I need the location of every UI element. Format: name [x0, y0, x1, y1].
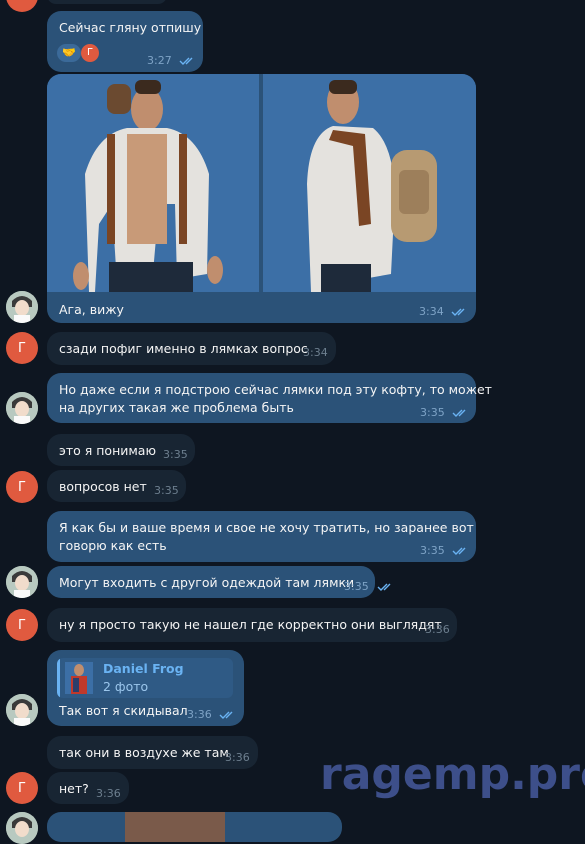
photo-side[interactable] [263, 74, 476, 292]
message-text-line1: Я как бы и ваше время и свое не хочу тра… [59, 520, 474, 535]
message-time: 3:34 [303, 346, 328, 359]
message-text: Так вот я скидывал [59, 703, 188, 718]
message-bubble[interactable]: сзади пофиг именно в лямках вопрос 3:34 [47, 332, 336, 365]
message-time: 3:27 [147, 54, 172, 67]
photo-message-cutoff[interactable] [47, 812, 342, 842]
read-checkmarks-icon [451, 308, 465, 316]
photo-preview[interactable] [125, 812, 225, 842]
avatar[interactable] [6, 0, 38, 12]
message-bubble[interactable]: ну я просто такую не нашел где корректно… [47, 608, 457, 642]
message-bubble[interactable]: Я как бы и ваше время и свое не хочу тра… [47, 511, 476, 562]
read-checkmarks-icon [452, 409, 466, 417]
message-time: 3:36 [425, 623, 450, 636]
read-checkmarks-icon [219, 711, 233, 719]
user-avatar-photo[interactable] [6, 392, 38, 424]
message-text: сзади пофиг именно в лямках вопрос [59, 341, 308, 356]
message-bubble[interactable]: Но даже если я подстрою сейчас лямки под… [47, 373, 492, 423]
message-text: ну я просто такую не нашел где корректно… [59, 617, 442, 632]
reaction-avatar[interactable]: Г [81, 44, 99, 62]
read-checkmarks-icon [377, 583, 391, 591]
message-time: 3:35 [420, 544, 445, 557]
reply-author: Daniel Frog [103, 661, 184, 676]
user-avatar-photo[interactable] [6, 566, 38, 598]
avatar-letter[interactable]: Г [6, 609, 38, 641]
message-text: нет? [59, 781, 89, 796]
user-avatar-photo[interactable] [6, 291, 38, 323]
message-time: 3:35 [154, 484, 179, 497]
user-avatar-photo[interactable] [6, 812, 38, 844]
message-text: так они в воздухе же там [59, 745, 229, 760]
message-time: 3:36 [225, 751, 250, 764]
message-time: 3:36 [96, 787, 121, 800]
message-bubble[interactable]: Сейчас гляну отпишу 🤝 Г 3:27 [47, 11, 203, 72]
message-text: это я понимаю [59, 443, 156, 458]
message-time: 3:35 [344, 580, 369, 593]
message-bubble[interactable]: так они в воздухе же там 3:36 [47, 736, 258, 769]
message-time: 3:35 [420, 406, 445, 419]
photo-caption: Ага, вижу [59, 302, 124, 317]
message-bubble-with-reply[interactable]: Daniel Frog 2 фото Так вот я скидывал 3:… [47, 650, 244, 726]
avatar-letter[interactable]: Г [6, 772, 38, 804]
message-text: Могут входить с другой одеждой там лямки [59, 575, 355, 590]
message-bubble[interactable]: нет? 3:36 [47, 772, 129, 804]
photo-album-message[interactable]: Ага, вижу 3:34 [47, 74, 476, 323]
message-bubble[interactable]: это я понимаю 3:35 [47, 434, 195, 466]
reply-thumbnail [65, 662, 93, 694]
read-checkmarks-icon [452, 547, 466, 555]
message-text-line1: Но даже если я подстрою сейчас лямки под… [59, 382, 492, 397]
user-avatar-photo[interactable] [6, 694, 38, 726]
photo-front[interactable] [47, 74, 259, 292]
message-time: 3:35 [163, 448, 188, 461]
reply-preview[interactable]: Daniel Frog 2 фото [57, 658, 233, 698]
message-text-line2: на других такая же проблема быть [59, 400, 294, 415]
read-checkmarks-icon [179, 57, 193, 65]
avatar-letter[interactable]: Г [6, 332, 38, 364]
message-bubble[interactable]: вопросов нет 3:35 [47, 470, 186, 502]
message-time: 3:34 [419, 305, 444, 318]
message-text: Сейчас гляну отпишу [59, 20, 202, 35]
handshake-reaction-icon[interactable]: 🤝 [57, 44, 81, 62]
message-bubble[interactable]: Могут входить с другой одеждой там лямки… [47, 566, 391, 598]
message-time: 3:36 [187, 708, 212, 721]
message-cutoff-top[interactable] [47, 0, 167, 4]
avatar-letter[interactable]: Г [6, 471, 38, 503]
reply-preview-text: 2 фото [103, 679, 149, 694]
message-text-line2: говорю как есть [59, 538, 167, 553]
watermark: ragemp.pro [320, 749, 585, 800]
message-text: вопросов нет [59, 479, 147, 494]
reply-accent-bar [57, 658, 60, 698]
